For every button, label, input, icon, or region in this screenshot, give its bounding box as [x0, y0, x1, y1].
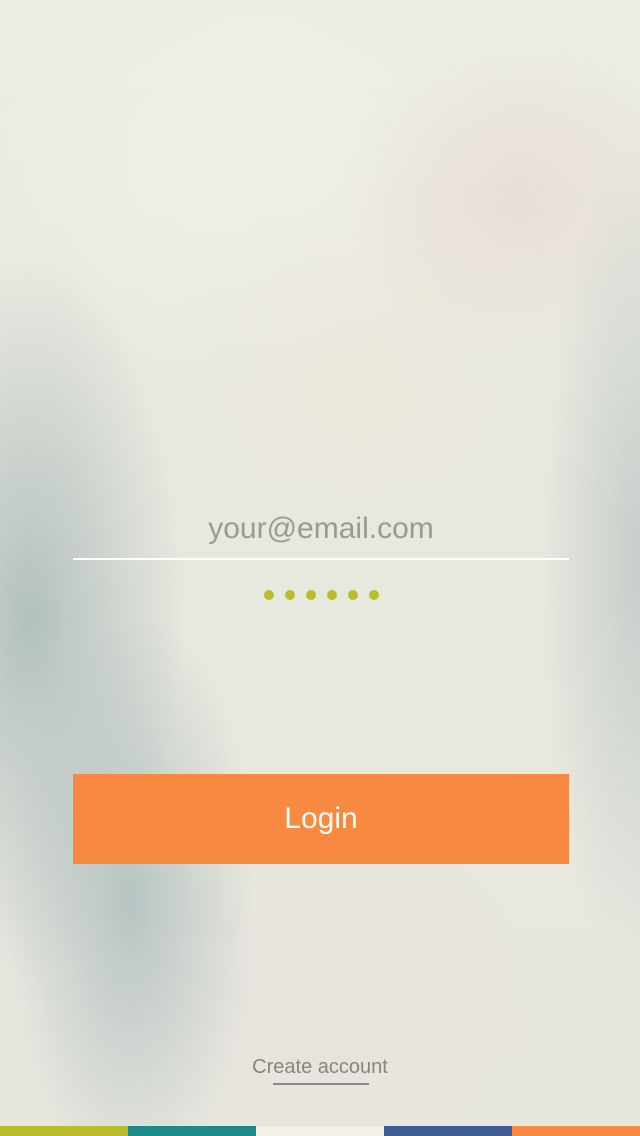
login-form — [73, 500, 569, 600]
brand-color-strip — [0, 1126, 640, 1136]
password-dot — [347, 590, 358, 600]
password-input[interactable] — [73, 590, 569, 604]
color-strip-segment — [256, 1126, 384, 1136]
color-strip-segment — [0, 1126, 128, 1136]
color-strip-segment — [384, 1126, 512, 1136]
create-account-link[interactable]: Create account — [252, 1056, 388, 1085]
blurred-background — [0, 0, 640, 1136]
color-strip-segment — [128, 1126, 256, 1136]
password-dot — [263, 590, 274, 600]
login-button[interactable]: Login — [73, 774, 569, 864]
create-account-row: Create account — [0, 1056, 640, 1085]
password-dot — [305, 590, 316, 600]
email-input[interactable] — [73, 500, 569, 560]
password-dot — [368, 590, 379, 600]
password-dot — [284, 590, 295, 600]
color-strip-segment — [512, 1126, 640, 1136]
password-dot — [326, 590, 337, 600]
